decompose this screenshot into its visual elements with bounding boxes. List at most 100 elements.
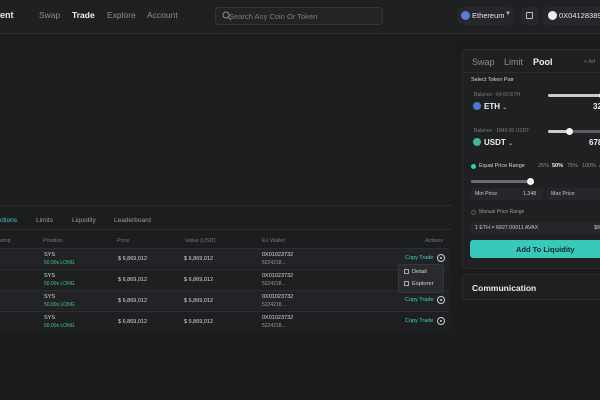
row-side: 50.00x LONG [44,323,75,329]
menu-item-label: Explorer [412,281,434,287]
menu-item-detail[interactable]: Detail [404,269,427,275]
add-liquidity-label: Add To Liquidity [516,245,575,254]
chevron-down-icon: ▼ [505,11,511,17]
row-value: $ 6,869,012 [184,277,214,283]
row-wallet: 0X01023732 [262,252,294,258]
col-timestamp: amp [0,238,11,244]
row-wallet-sub: 5224218... [262,281,286,287]
settings-icon[interactable] [437,296,445,304]
copy-address-button[interactable] [521,7,539,25]
menu-item-label: Detail [412,269,427,275]
row-value: $ 6,869,012 [184,256,214,262]
token1-balance: Balance : 64.00 ETH [474,92,521,98]
conversion-text: 1 ETH = 6827.00011 AVAX [475,225,539,231]
settings-icon[interactable] [437,254,445,262]
token2-slider[interactable] [548,128,600,135]
range-slider-knob[interactable] [527,178,534,185]
copy-trade-button[interactable]: Copy Trade [405,297,433,303]
row-side: 50.00x LONG [44,260,75,266]
chevron-down-icon: ⌄ [508,141,514,147]
token1-slider[interactable] [548,92,600,99]
copy-trade-button[interactable]: Copy Trade [405,255,433,261]
pct-50[interactable]: 50% [552,163,563,169]
chart-area [0,36,452,201]
token2-symbol: USDT [484,138,506,147]
range-slider[interactable] [471,178,534,185]
table-row[interactable]: SYS 50.00x LONG $ 6,869,012 $ 6,869,012 … [0,248,449,268]
range-slider-fill [471,180,529,183]
add-button[interactable]: + Ad [584,59,595,65]
tab-divider [0,229,452,230]
min-price-value: 1,348 [523,191,537,197]
network-selector[interactable]: Ethereum ▼ [457,7,513,25]
row-wallet: 0X01023732 [262,273,294,279]
usdt-icon [473,138,481,146]
nav-trade[interactable]: Trade [72,10,95,20]
copy-trade-button[interactable]: Copy Trade [405,318,433,324]
max-price-field[interactable]: Max Price [547,188,600,200]
row-value: $ 6,869,012 [184,298,214,304]
token2-balance: Balance : 1840.00 USDT [474,128,530,134]
token1-selector[interactable]: ETH ⌄ [473,102,507,111]
pct-75[interactable]: 75% [567,163,578,169]
min-price-field[interactable]: Min Price 1,348 [471,188,543,200]
row-action-menu: Detail Explorer [398,264,444,293]
token2-selector[interactable]: USDT ⌄ [473,138,513,147]
tab-leaderboard[interactable]: Leaderboard [114,217,151,224]
row-wallet: 0X01023732 [262,294,294,300]
pct-100[interactable]: 100% [582,163,596,169]
tab-limits[interactable]: Limits [36,217,53,224]
tab-pool[interactable]: Pool [533,57,553,67]
token1-symbol: ETH [484,102,500,111]
token2-amount[interactable]: 678 [589,138,600,147]
col-value: Value (USD) [185,238,216,244]
tab-liquidity[interactable]: Liquidity [72,217,96,224]
conversion-cut-text: $8 [594,225,600,231]
ethereum-icon [461,11,470,20]
chevron-down-icon: ⌄ [502,105,508,111]
row-symbol: SYS [44,294,56,300]
tab-swap[interactable]: Swap [472,57,495,67]
brand-logo-text: ent [0,10,14,20]
row-symbol: SYS [44,273,56,279]
col-ex-wallet: Ex Wallet [262,238,286,244]
tab-limit[interactable]: Limit [504,57,523,67]
avatar [548,11,557,20]
nav-explore[interactable]: Explore [107,10,136,20]
equal-range-radio[interactable] [471,164,476,169]
select-pair-label: Select Token Pair [471,77,514,83]
token1-slider-fill [548,94,600,97]
add-liquidity-button[interactable]: Add To Liquidity [470,240,600,258]
max-price-label: Max Price [551,191,575,197]
divider [463,72,600,73]
row-wallet-sub: 5224218... [262,323,286,329]
row-price: $ 6,869,012 [118,277,148,283]
manual-range-radio[interactable] [471,210,476,215]
table-row[interactable]: SYS 50.00x LONG $ 6,869,012 $ 6,869,012 … [0,269,449,289]
table-row[interactable]: SYS 50.00x LONG $ 6,869,012 $ 6,869,012 … [0,311,449,331]
token2-slider-knob[interactable] [566,128,573,135]
nav-swap[interactable]: Swap [39,10,60,20]
network-label: Ethereum [472,11,505,20]
row-wallet: 0X01023732 [262,315,294,321]
row-wallet-sub: 5224218... [262,260,286,266]
menu-item-explorer[interactable]: Explorer [404,281,434,287]
row-symbol: SYS [44,252,56,258]
tab-positions[interactable]: ctions [0,217,17,224]
settings-icon[interactable] [437,317,445,325]
external-link-icon [404,269,409,274]
external-link-icon [404,281,409,286]
table-row[interactable]: SYS 50.00x LONG $ 6,869,012 $ 6,869,012 … [0,290,449,310]
row-side: 50.00x LONG [44,281,75,287]
positions-panel: ctions Limits Liquidity Leaderboard amp … [0,205,452,332]
communication-title: Communication [472,283,537,293]
search-box[interactable]: Search Any Coin Or Token [215,7,383,25]
nav-account[interactable]: Account [147,10,178,20]
token1-amount[interactable]: 32 [593,102,600,111]
col-position: Position [43,238,63,244]
wallet-button[interactable]: 0X04128389 [543,7,600,25]
search-placeholder: Search Any Coin Or Token [229,12,318,21]
pct-25[interactable]: 25% [538,163,549,169]
col-price: Price [117,238,130,244]
row-wallet-sub: 5224218... [262,302,286,308]
